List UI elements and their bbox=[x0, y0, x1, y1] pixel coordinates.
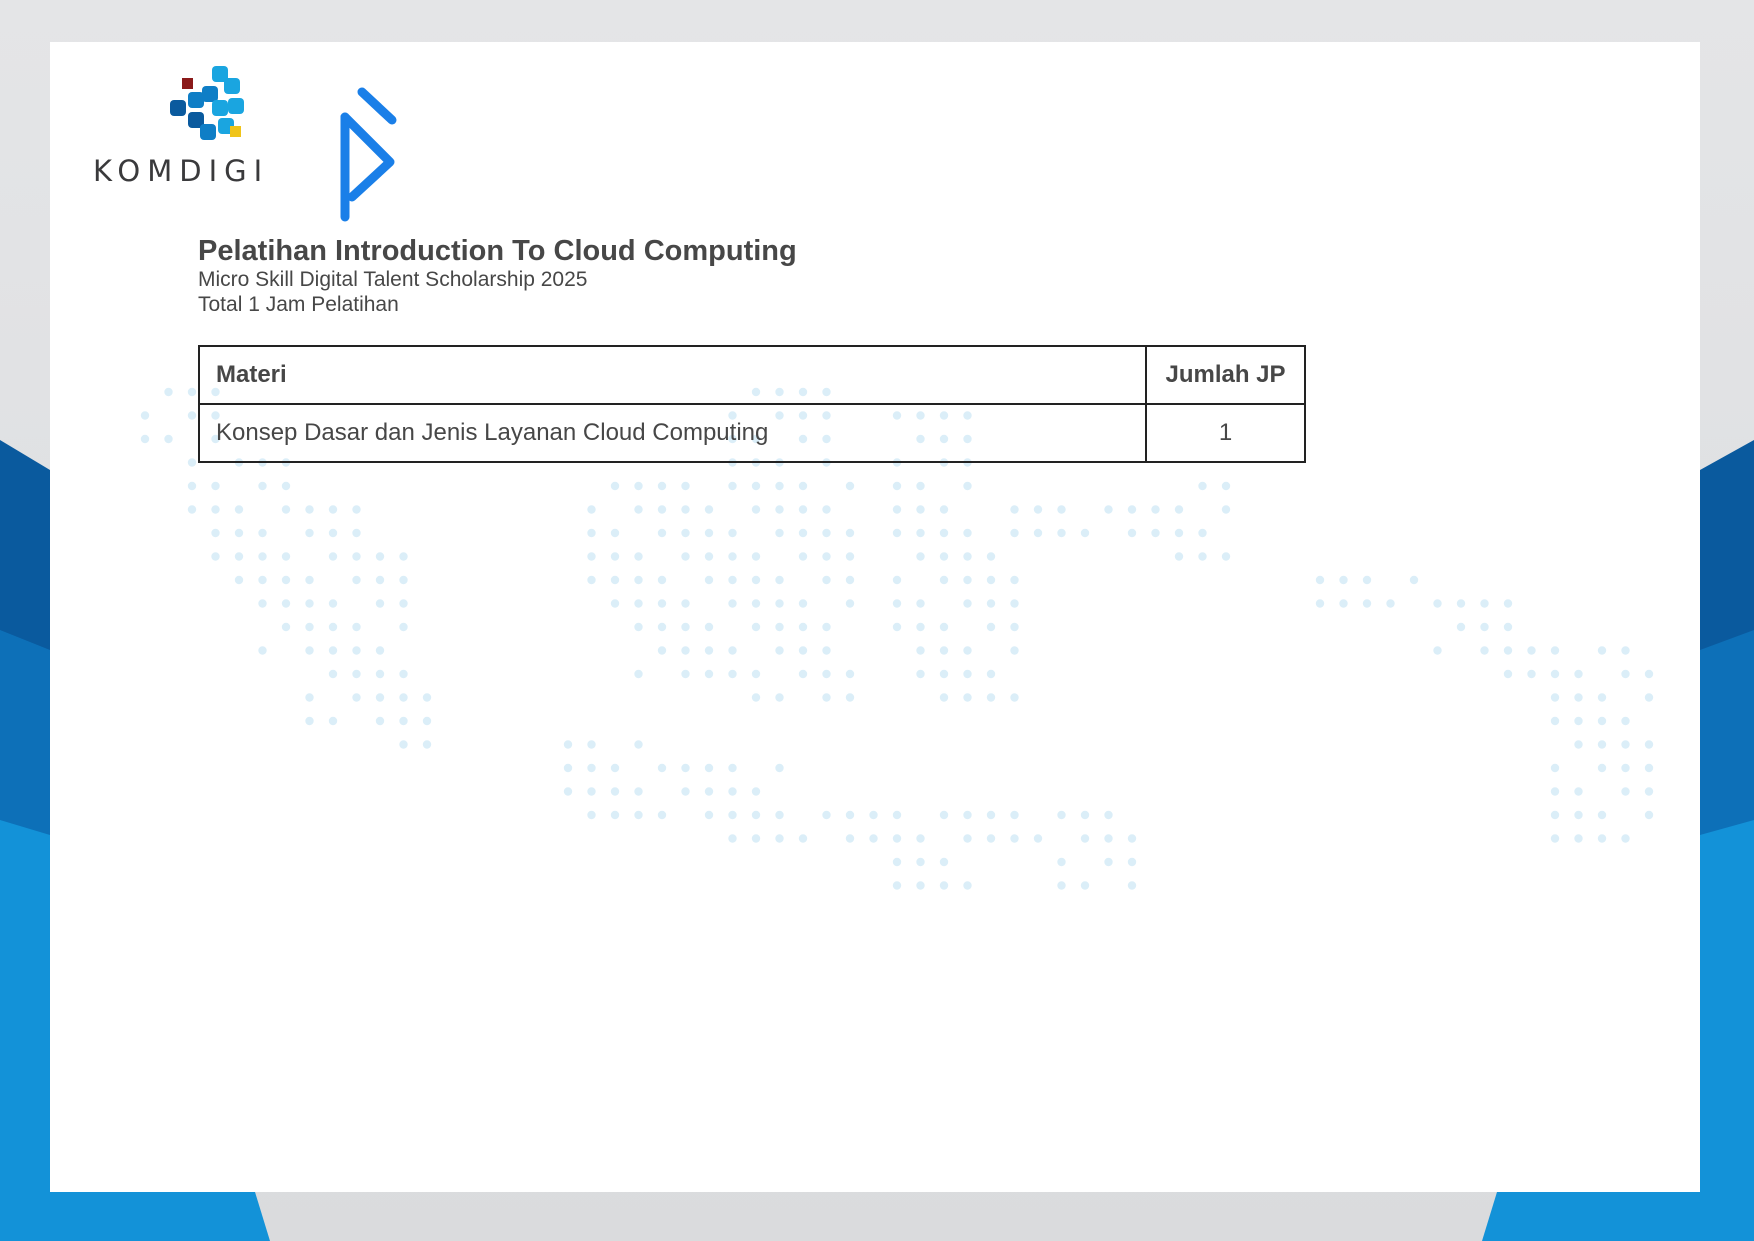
course-title: Pelatihan Introduction To Cloud Computin… bbox=[198, 235, 797, 267]
komdigi-logo-icon bbox=[170, 66, 244, 140]
certificate-header: Pelatihan Introduction To Cloud Computin… bbox=[198, 235, 797, 317]
certificate-card: KOMDIGI Pelatihan Introduction To Cloud … bbox=[50, 42, 1700, 1192]
table-header-row: Materi Jumlah JP bbox=[198, 345, 1306, 405]
total-hours: Total 1 Jam Pelatihan bbox=[198, 293, 399, 316]
materi-cell: Konsep Dasar dan Jenis Layanan Cloud Com… bbox=[198, 403, 1147, 463]
digital-talent-logo-icon bbox=[340, 87, 397, 222]
jumlah-jp-column-header: Jumlah JP bbox=[1145, 345, 1306, 405]
materi-table: Materi Jumlah JP Konsep Dasar dan Jenis … bbox=[198, 345, 1306, 463]
komdigi-wordmark: KOMDIGI bbox=[93, 154, 270, 188]
table-row: Konsep Dasar dan Jenis Layanan Cloud Com… bbox=[198, 403, 1306, 463]
materi-column-header: Materi bbox=[198, 345, 1147, 405]
jp-cell: 1 bbox=[1145, 403, 1306, 463]
certificate-page: KOMDIGI Pelatihan Introduction To Cloud … bbox=[0, 0, 1754, 1241]
course-subtitle: Micro Skill Digital Talent Scholarship 2… bbox=[198, 268, 588, 291]
logo-group bbox=[170, 66, 397, 222]
